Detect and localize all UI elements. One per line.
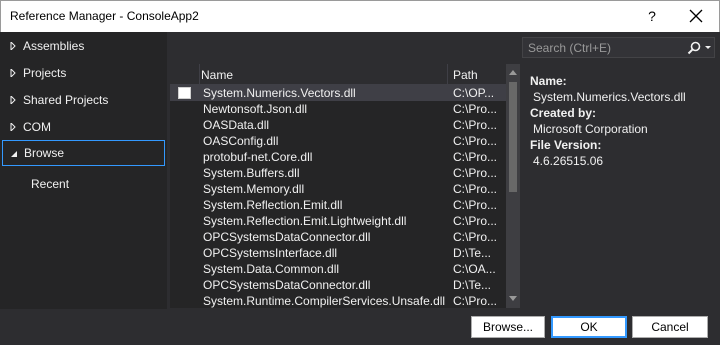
ok-button[interactable]: OK	[551, 316, 627, 338]
search-icon[interactable]	[686, 40, 702, 56]
row-path: D:\Te...	[453, 246, 492, 260]
row-name: System.Numerics.Vectors.dll	[203, 86, 356, 100]
row-name: OASData.dll	[203, 118, 270, 132]
row-path: C:\Pro...	[453, 150, 498, 164]
row-name: System.Buffers.dll	[203, 166, 300, 180]
column-divider[interactable]	[447, 64, 448, 85]
table-row[interactable]: OPCSystemsInterface.dll D:\Te...	[170, 245, 506, 261]
table-row[interactable]: OASData.dll C:\Pro...	[170, 117, 506, 133]
detail-version-value: 4.6.26515.06	[533, 154, 604, 168]
table-row[interactable]: System.Data.Common.dll C:\OA...	[170, 261, 506, 277]
sidebar-item-label: Shared Projects	[23, 93, 109, 107]
row-checkbox[interactable]	[178, 87, 191, 99]
chevron-right-icon	[10, 96, 16, 104]
detail-version-label: File Version:	[530, 138, 602, 152]
row-name: System.Data.Common.dll	[203, 262, 340, 276]
row-name: OPCSystemsDataConnector.dll	[203, 230, 371, 244]
detail-name-label: Name:	[530, 74, 567, 88]
cancel-button[interactable]: Cancel	[632, 316, 708, 338]
title-bar: Reference Manager - ConsoleApp2 ?	[0, 0, 720, 32]
row-path: D:\Te...	[453, 278, 492, 292]
list-header: Name Path	[170, 64, 506, 85]
chevron-right-icon	[10, 69, 16, 77]
close-button[interactable]	[683, 4, 709, 28]
row-path: C:\Pro...	[453, 214, 498, 228]
column-header-check[interactable]	[170, 64, 200, 85]
chevron-right-icon	[10, 123, 16, 131]
sidebar-item-label: Projects	[23, 66, 67, 80]
table-row[interactable]: OPCSystemsDataConnector.dll D:\Te...	[170, 277, 506, 293]
table-row[interactable]: System.Numerics.Vectors.dll C:\OP...	[170, 85, 506, 101]
sidebar-item-projects[interactable]: Projects	[0, 60, 167, 86]
row-path: C:\Pro...	[453, 134, 498, 148]
close-icon	[689, 9, 703, 23]
sidebar-item-label: COM	[23, 120, 51, 134]
table-row[interactable]: OASConfig.dll C:\Pro...	[170, 133, 506, 149]
row-path: C:\Pro...	[453, 198, 498, 212]
chevron-right-icon	[10, 42, 16, 50]
row-path: C:\OA...	[453, 262, 496, 276]
row-path: C:\Pro...	[453, 294, 498, 308]
table-row[interactable]: System.Memory.dll C:\Pro...	[170, 181, 506, 197]
search-options-dropdown-icon[interactable]	[705, 46, 711, 49]
table-row[interactable]: OPCSystemsDataConnector.dll C:\Pro...	[170, 229, 506, 245]
sidebar-item-label: Browse	[24, 146, 65, 160]
table-row[interactable]: Newtonsoft.Json.dll C:\Pro...	[170, 101, 506, 117]
list-rows: System.Numerics.Vectors.dll C:\OP... New…	[170, 85, 506, 308]
row-path: C:\Pro...	[453, 102, 498, 116]
scroll-down-icon[interactable]	[509, 296, 517, 301]
dialog-footer: Browse... OK Cancel	[0, 309, 720, 345]
row-name: System.Reflection.Emit.dll	[203, 198, 343, 212]
row-name: OPCSystemsInterface.dll	[203, 246, 338, 260]
row-path: C:\Pro...	[453, 182, 498, 196]
browse-button[interactable]: Browse...	[471, 316, 545, 338]
row-name: Newtonsoft.Json.dll	[203, 102, 308, 116]
sidebar-item-assemblies[interactable]: Assemblies	[0, 33, 167, 59]
details-panel: Name: System.Numerics.Vectors.dll Create…	[530, 73, 715, 169]
search-box[interactable]: Search (Ctrl+E)	[522, 37, 715, 58]
table-row[interactable]: System.Buffers.dll C:\Pro...	[170, 165, 506, 181]
chevron-expanded-icon	[11, 151, 17, 157]
detail-name-value: System.Numerics.Vectors.dll	[533, 90, 686, 104]
sidebar-item-shared-projects[interactable]: Shared Projects	[0, 87, 167, 113]
row-name: OPCSystemsDataConnector.dll	[203, 278, 371, 292]
help-button[interactable]: ?	[641, 4, 663, 28]
row-path: C:\Pro...	[453, 166, 498, 180]
sidebar-item-label: Assemblies	[23, 39, 85, 53]
sidebar: Assemblies Projects Shared Projects COM …	[0, 32, 167, 309]
row-name: System.Runtime.CompilerServices.Unsafe.d…	[203, 294, 446, 308]
row-name: OASConfig.dll	[203, 134, 279, 148]
sidebar-item-browse[interactable]: Browse	[2, 140, 165, 166]
detail-created-value: Microsoft Corporation	[533, 122, 648, 136]
reference-list: Name Path System.Numerics.Vectors.dll C:…	[170, 64, 520, 308]
table-row[interactable]: System.Runtime.CompilerServices.Unsafe.d…	[170, 293, 506, 308]
window-title: Reference Manager - ConsoleApp2	[10, 9, 199, 23]
row-path: C:\Pro...	[453, 230, 498, 244]
vertical-scrollbar[interactable]	[506, 64, 520, 308]
search-input[interactable]: Search (Ctrl+E)	[528, 41, 611, 55]
column-header-path[interactable]: Path	[453, 68, 478, 82]
scrollbar-thumb[interactable]	[509, 82, 517, 192]
table-row[interactable]: protobuf-net.Core.dll C:\Pro...	[170, 149, 506, 165]
table-row[interactable]: System.Reflection.Emit.Lightweight.dll C…	[170, 213, 506, 229]
column-header-name[interactable]: Name	[201, 68, 233, 82]
row-name: protobuf-net.Core.dll	[203, 150, 313, 164]
detail-created-label: Created by:	[530, 106, 597, 120]
sidebar-item-recent[interactable]: Recent	[31, 177, 69, 191]
sidebar-item-com[interactable]: COM	[0, 114, 167, 140]
row-path: C:\Pro...	[453, 118, 498, 132]
scroll-up-icon[interactable]	[509, 70, 517, 75]
row-name: System.Memory.dll	[203, 182, 305, 196]
row-path: C:\OP...	[453, 86, 495, 100]
row-name: System.Reflection.Emit.Lightweight.dll	[203, 214, 407, 228]
table-row[interactable]: System.Reflection.Emit.dll C:\Pro...	[170, 197, 506, 213]
